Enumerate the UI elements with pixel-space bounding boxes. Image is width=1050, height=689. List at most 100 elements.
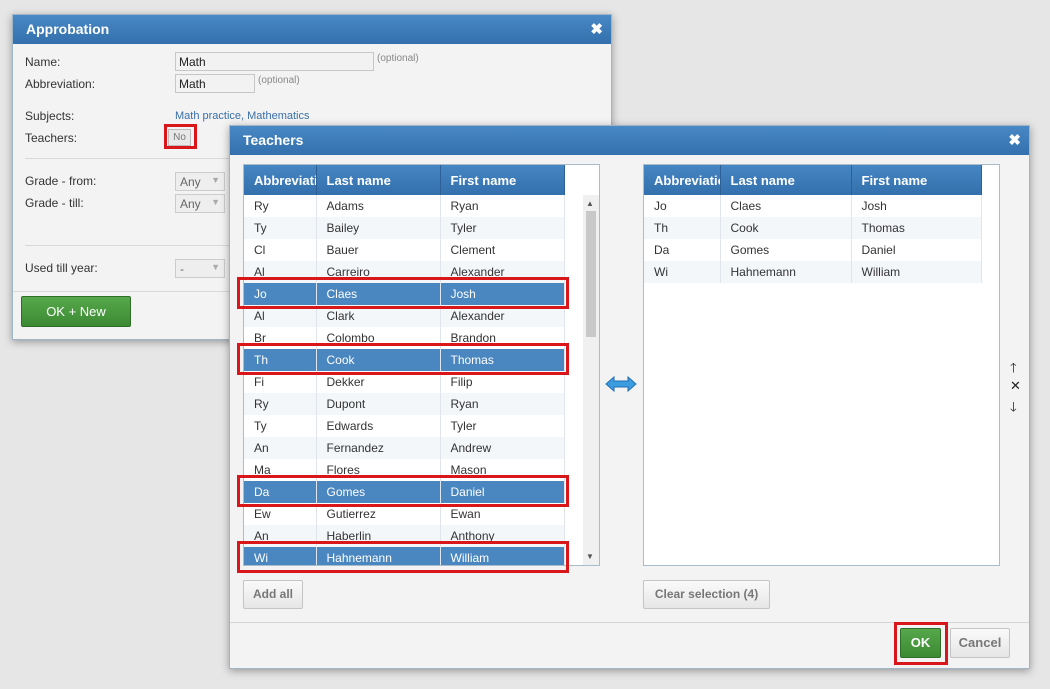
table-row[interactable]: Ma Flores Mason (244, 459, 565, 481)
teachers-title: Teachers (243, 132, 304, 148)
scroll-up-arrow-icon[interactable]: ▲ (586, 199, 594, 208)
cell-abbreviation: Al (244, 305, 317, 327)
cell-first-name: Ewan (440, 503, 565, 525)
cell-abbreviation: Th (244, 349, 317, 371)
cell-last-name: Cook (720, 217, 852, 239)
grade-from-label: Grade - from: (25, 174, 97, 188)
cell-first-name: Daniel (440, 481, 565, 503)
cell-abbreviation: Ry (244, 393, 317, 415)
ok-new-button[interactable]: OK + New (21, 296, 131, 327)
cell-last-name: Edwards (316, 415, 441, 437)
chevron-down-icon: ▼ (211, 262, 220, 272)
column-header-last-name[interactable]: Last name (720, 165, 852, 195)
cell-first-name: Josh (851, 195, 982, 217)
column-header-first-name[interactable]: First name (851, 165, 982, 195)
column-header-abbreviation[interactable]: Abbreviation (244, 165, 317, 195)
subjects-label: Subjects: (25, 109, 75, 123)
cell-last-name: Bailey (316, 217, 441, 239)
add-all-button[interactable]: Add all (243, 580, 303, 609)
cell-abbreviation: Ew (244, 503, 317, 525)
teachers-toggle-button[interactable]: No (168, 129, 191, 146)
table-row[interactable]: Al Carreiro Alexander (244, 261, 565, 283)
column-header-first-name[interactable]: First name (440, 165, 565, 195)
table-row[interactable]: Al Clark Alexander (244, 305, 565, 327)
cell-first-name: William (851, 261, 982, 283)
table-row[interactable]: Da Gomes Daniel (244, 481, 565, 503)
cell-last-name: Dupont (316, 393, 441, 415)
column-header-abbreviation[interactable]: Abbreviation (644, 165, 721, 195)
table-row[interactable]: Br Colombo Brandon (244, 327, 565, 349)
selected-teachers-table: Abbreviation Last name First name JoClae… (644, 165, 982, 283)
table-row[interactable]: Ty Edwards Tyler (244, 415, 565, 437)
ok-button[interactable]: OK (900, 628, 941, 658)
close-icon[interactable]: ✖ (590, 15, 603, 44)
arrow-down-icon[interactable]: 🡓 (1010, 398, 1017, 420)
grade-till-value: Any (180, 197, 201, 211)
swap-arrows-icon[interactable] (605, 375, 637, 393)
table-row[interactable]: Fi Dekker Filip (244, 371, 565, 393)
name-hint: (optional) (377, 53, 419, 64)
cell-first-name: Alexander (440, 305, 565, 327)
grade-from-select[interactable]: Any ▼ (175, 172, 225, 191)
table-row[interactable]: Ty Bailey Tyler (244, 217, 565, 239)
approbation-title-bar: Approbation ✖ (13, 15, 611, 44)
subjects-link[interactable]: Math practice, Mathematics (175, 110, 310, 122)
table-row[interactable]: Jo Claes Josh (244, 283, 565, 305)
cell-last-name: Claes (720, 195, 852, 217)
scrollbar[interactable]: ▲ ▼ (583, 195, 599, 565)
table-row[interactable]: Th Cook Thomas (644, 217, 982, 239)
cell-last-name: Gomes (316, 481, 441, 503)
cell-abbreviation: Jo (644, 195, 721, 217)
scrollbar-thumb[interactable] (586, 211, 596, 337)
cell-last-name: Haberlin (316, 525, 441, 547)
scroll-down-arrow-icon[interactable]: ▼ (586, 552, 594, 561)
cell-abbreviation: Da (644, 239, 721, 261)
table-row[interactable]: Jo Claes Josh (644, 195, 982, 217)
table-header-row: Abbreviation Last name First name (244, 165, 565, 195)
cell-abbreviation: Th (644, 217, 721, 239)
cell-last-name: Gutierrez (316, 503, 441, 525)
cell-first-name: Thomas (440, 349, 565, 371)
name-label: Name: (25, 55, 61, 69)
selected-teachers-list: Abbreviation Last name First name JoClae… (643, 164, 1000, 566)
cell-last-name: Adams (316, 195, 441, 217)
table-row[interactable]: Ry Adams Ryan (244, 195, 565, 217)
table-row[interactable]: Da Gomes Daniel (644, 239, 982, 261)
table-row[interactable]: An Haberlin Anthony (244, 525, 565, 547)
cell-first-name: Alexander (440, 261, 565, 283)
table-row[interactable]: Th Cook Thomas (244, 349, 565, 371)
cell-first-name: Ryan (440, 195, 565, 217)
cell-first-name: Daniel (851, 239, 982, 261)
grade-till-label: Grade - till: (25, 196, 84, 210)
cell-abbreviation: Ty (244, 217, 317, 239)
cell-first-name: Clement (440, 239, 565, 261)
clear-selection-button[interactable]: Clear selection (4) (643, 580, 770, 609)
column-header-last-name[interactable]: Last name (316, 165, 441, 195)
used-till-select[interactable]: - ▼ (175, 259, 225, 278)
table-row[interactable]: Ry Dupont Ryan (244, 393, 565, 415)
cell-last-name: Hahnemann (316, 547, 441, 565)
table-row[interactable]: Cl Bauer Clement (244, 239, 565, 261)
table-row[interactable]: Wi Hahnemann William (644, 261, 982, 283)
table-row[interactable]: Ew Gutierrez Ewan (244, 503, 565, 525)
grade-till-select[interactable]: Any ▼ (175, 194, 225, 213)
cell-abbreviation: Br (244, 327, 317, 349)
cell-abbreviation: Fi (244, 371, 317, 393)
cell-last-name: Claes (316, 283, 441, 305)
table-header-row: Abbreviation Last name First name (644, 165, 982, 195)
abbreviation-input[interactable]: Math (175, 74, 255, 93)
cancel-button[interactable]: Cancel (950, 628, 1010, 658)
cell-first-name: Anthony (440, 525, 565, 547)
cell-first-name: Filip (440, 371, 565, 393)
cell-abbreviation: Da (244, 481, 317, 503)
name-input[interactable]: Math (175, 52, 374, 71)
teachers-label: Teachers: (25, 131, 78, 145)
table-row[interactable]: Wi Hahnemann William (244, 547, 565, 565)
table-row[interactable]: An Fernandez Andrew (244, 437, 565, 459)
cell-first-name: Tyler (440, 415, 565, 437)
cell-first-name: Thomas (851, 217, 982, 239)
remove-x-icon[interactable]: ✕ (1010, 378, 1021, 394)
close-icon[interactable]: ✖ (1008, 126, 1021, 155)
teachers-title-bar: Teachers ✖ (230, 126, 1029, 155)
cell-last-name: Flores (316, 459, 441, 481)
